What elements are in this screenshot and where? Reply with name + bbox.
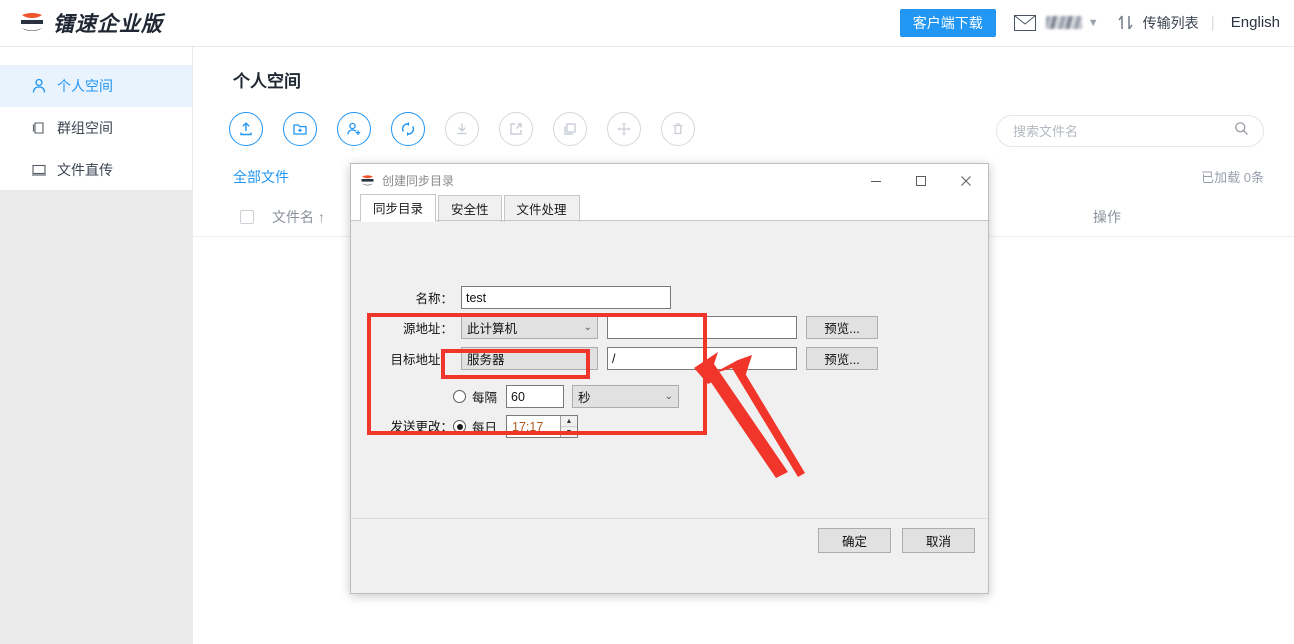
source-path-input[interactable] (607, 316, 797, 339)
interval-value-input[interactable] (506, 385, 564, 408)
client-download-button[interactable]: 客户端下载 (900, 9, 996, 38)
new-folder-button[interactable] (283, 112, 317, 146)
tab-security[interactable]: 安全性 (438, 195, 502, 222)
language-switch[interactable]: English (1231, 14, 1280, 31)
chevron-down-icon: ⌄ (584, 322, 592, 333)
target-label: 目标地址： (361, 349, 453, 368)
window-controls (853, 164, 988, 197)
option-row-interval: 每隔 秒 ⌄ (453, 385, 679, 408)
maximize-icon[interactable] (898, 164, 943, 197)
source-label: 源地址： (361, 318, 453, 337)
transfer-list-link[interactable]: 传输列表 (1143, 13, 1199, 33)
copy-button (553, 112, 587, 146)
name-input[interactable] (461, 286, 671, 309)
sync-button[interactable] (391, 112, 425, 146)
chevron-down-icon: ▼ (1088, 17, 1099, 29)
send-changes-label: 发送更改： (361, 416, 453, 435)
chevron-down-icon: ⌄ (665, 391, 673, 402)
sidebar-item-group-space[interactable]: 群组空间 (0, 107, 192, 149)
toolbar (229, 112, 715, 146)
user-menu[interactable]: ▼ (1046, 16, 1099, 29)
sidebar-item-label: 个人空间 (57, 76, 113, 96)
brand-logo-icon (18, 10, 46, 36)
share-user-button[interactable] (337, 112, 371, 146)
source-type-select[interactable]: 此计算机 ⌄ (461, 316, 598, 339)
group-icon (30, 119, 48, 137)
select-all-checkbox[interactable] (240, 210, 254, 224)
interval-radio[interactable] (453, 390, 466, 403)
tab-file-processing[interactable]: 文件处理 (504, 195, 580, 222)
page-title: 个人空间 (233, 67, 301, 92)
field-row-target: 目标地址： 服务器 ⌄ 预览... (361, 347, 878, 370)
sidebar-item-label: 群组空间 (57, 118, 113, 138)
column-header-operations: 操作 (1093, 207, 1121, 227)
cancel-button[interactable]: 取消 (902, 528, 975, 553)
delete-button (661, 112, 695, 146)
daily-radio[interactable] (453, 420, 466, 433)
create-sync-directory-dialog: 创建同步目录 同步目录 安全性 文件处理 名称： 源地址： 此 (350, 163, 989, 594)
dialog-title-bar[interactable]: 创建同步目录 (351, 164, 988, 197)
dialog-title: 创建同步目录 (382, 172, 454, 189)
sidebar-item-label: 文件直传 (57, 160, 113, 180)
sidebar-lower-panel (0, 190, 193, 644)
minimize-icon[interactable] (853, 164, 898, 197)
upload-button[interactable] (229, 112, 263, 146)
transfer-list-icon[interactable] (1117, 14, 1134, 31)
external-link-button (499, 112, 533, 146)
download-button (445, 112, 479, 146)
loaded-count: 已加载 0条 (1201, 167, 1264, 186)
dialog-footer: 确定 取消 (351, 518, 988, 562)
move-button (607, 112, 641, 146)
monitor-icon (30, 161, 48, 179)
breadcrumb[interactable]: 全部文件 (233, 167, 289, 187)
option-row-daily: 每日 17:17 ▲ ▼ (453, 415, 578, 438)
interval-unit-select[interactable]: 秒 ⌄ (572, 385, 679, 408)
tab-sync-directory[interactable]: 同步目录 (360, 194, 436, 222)
sidebar-item-direct-transfer[interactable]: 文件直传 (0, 149, 192, 191)
search-box[interactable] (996, 115, 1264, 147)
column-header-filename[interactable]: 文件名 ↑ (272, 207, 325, 227)
dialog-body: 名称： 源地址： 此计算机 ⌄ 预览... 目标地址： 服务器 ⌄ 预览... … (351, 222, 988, 562)
logo[interactable]: 镭速企业版 (18, 8, 163, 38)
dialog-tab-underline (351, 220, 988, 221)
target-path-input[interactable] (607, 347, 797, 370)
app-header: 镭速企业版 客户端下载 ▼ 传输列表 | English (0, 0, 1294, 47)
target-type-select[interactable]: 服务器 ⌄ (461, 347, 598, 370)
chevron-down-icon: ⌄ (584, 353, 592, 364)
source-type-value: 此计算机 (467, 318, 517, 337)
daily-time-spinner[interactable]: 17:17 ▲ ▼ (506, 415, 578, 438)
search-icon[interactable] (1234, 121, 1249, 141)
app-logo-icon (360, 173, 375, 188)
logo-text: 镭速企业版 (53, 8, 163, 38)
close-icon[interactable] (943, 164, 988, 197)
user-icon (30, 77, 48, 95)
spinner-down-icon[interactable]: ▼ (561, 427, 577, 437)
ok-button[interactable]: 确定 (818, 528, 891, 553)
search-input[interactable] (1011, 123, 1234, 140)
source-browse-button[interactable]: 预览... (806, 316, 878, 339)
header-actions: 客户端下载 ▼ 传输列表 | English (900, 9, 1280, 38)
mail-icon[interactable] (1014, 15, 1036, 31)
interval-radio-label: 每隔 (472, 387, 497, 406)
header-divider: | (1211, 14, 1215, 32)
spinner-up-icon[interactable]: ▲ (561, 416, 577, 427)
dialog-tabs: 同步目录 安全性 文件处理 (351, 197, 988, 221)
user-name (1046, 16, 1082, 29)
spinner-buttons: ▲ ▼ (560, 416, 577, 437)
field-row-source: 源地址： 此计算机 ⌄ 预览... (361, 316, 878, 339)
interval-unit-value: 秒 (578, 387, 591, 406)
field-row-name: 名称： (361, 286, 671, 309)
sidebar-item-personal-space[interactable]: 个人空间 (0, 65, 192, 107)
daily-radio-label: 每日 (472, 417, 497, 436)
target-browse-button[interactable]: 预览... (806, 347, 878, 370)
name-label: 名称： (361, 288, 453, 307)
target-type-value: 服务器 (467, 349, 505, 368)
daily-time-value: 17:17 (507, 416, 560, 437)
